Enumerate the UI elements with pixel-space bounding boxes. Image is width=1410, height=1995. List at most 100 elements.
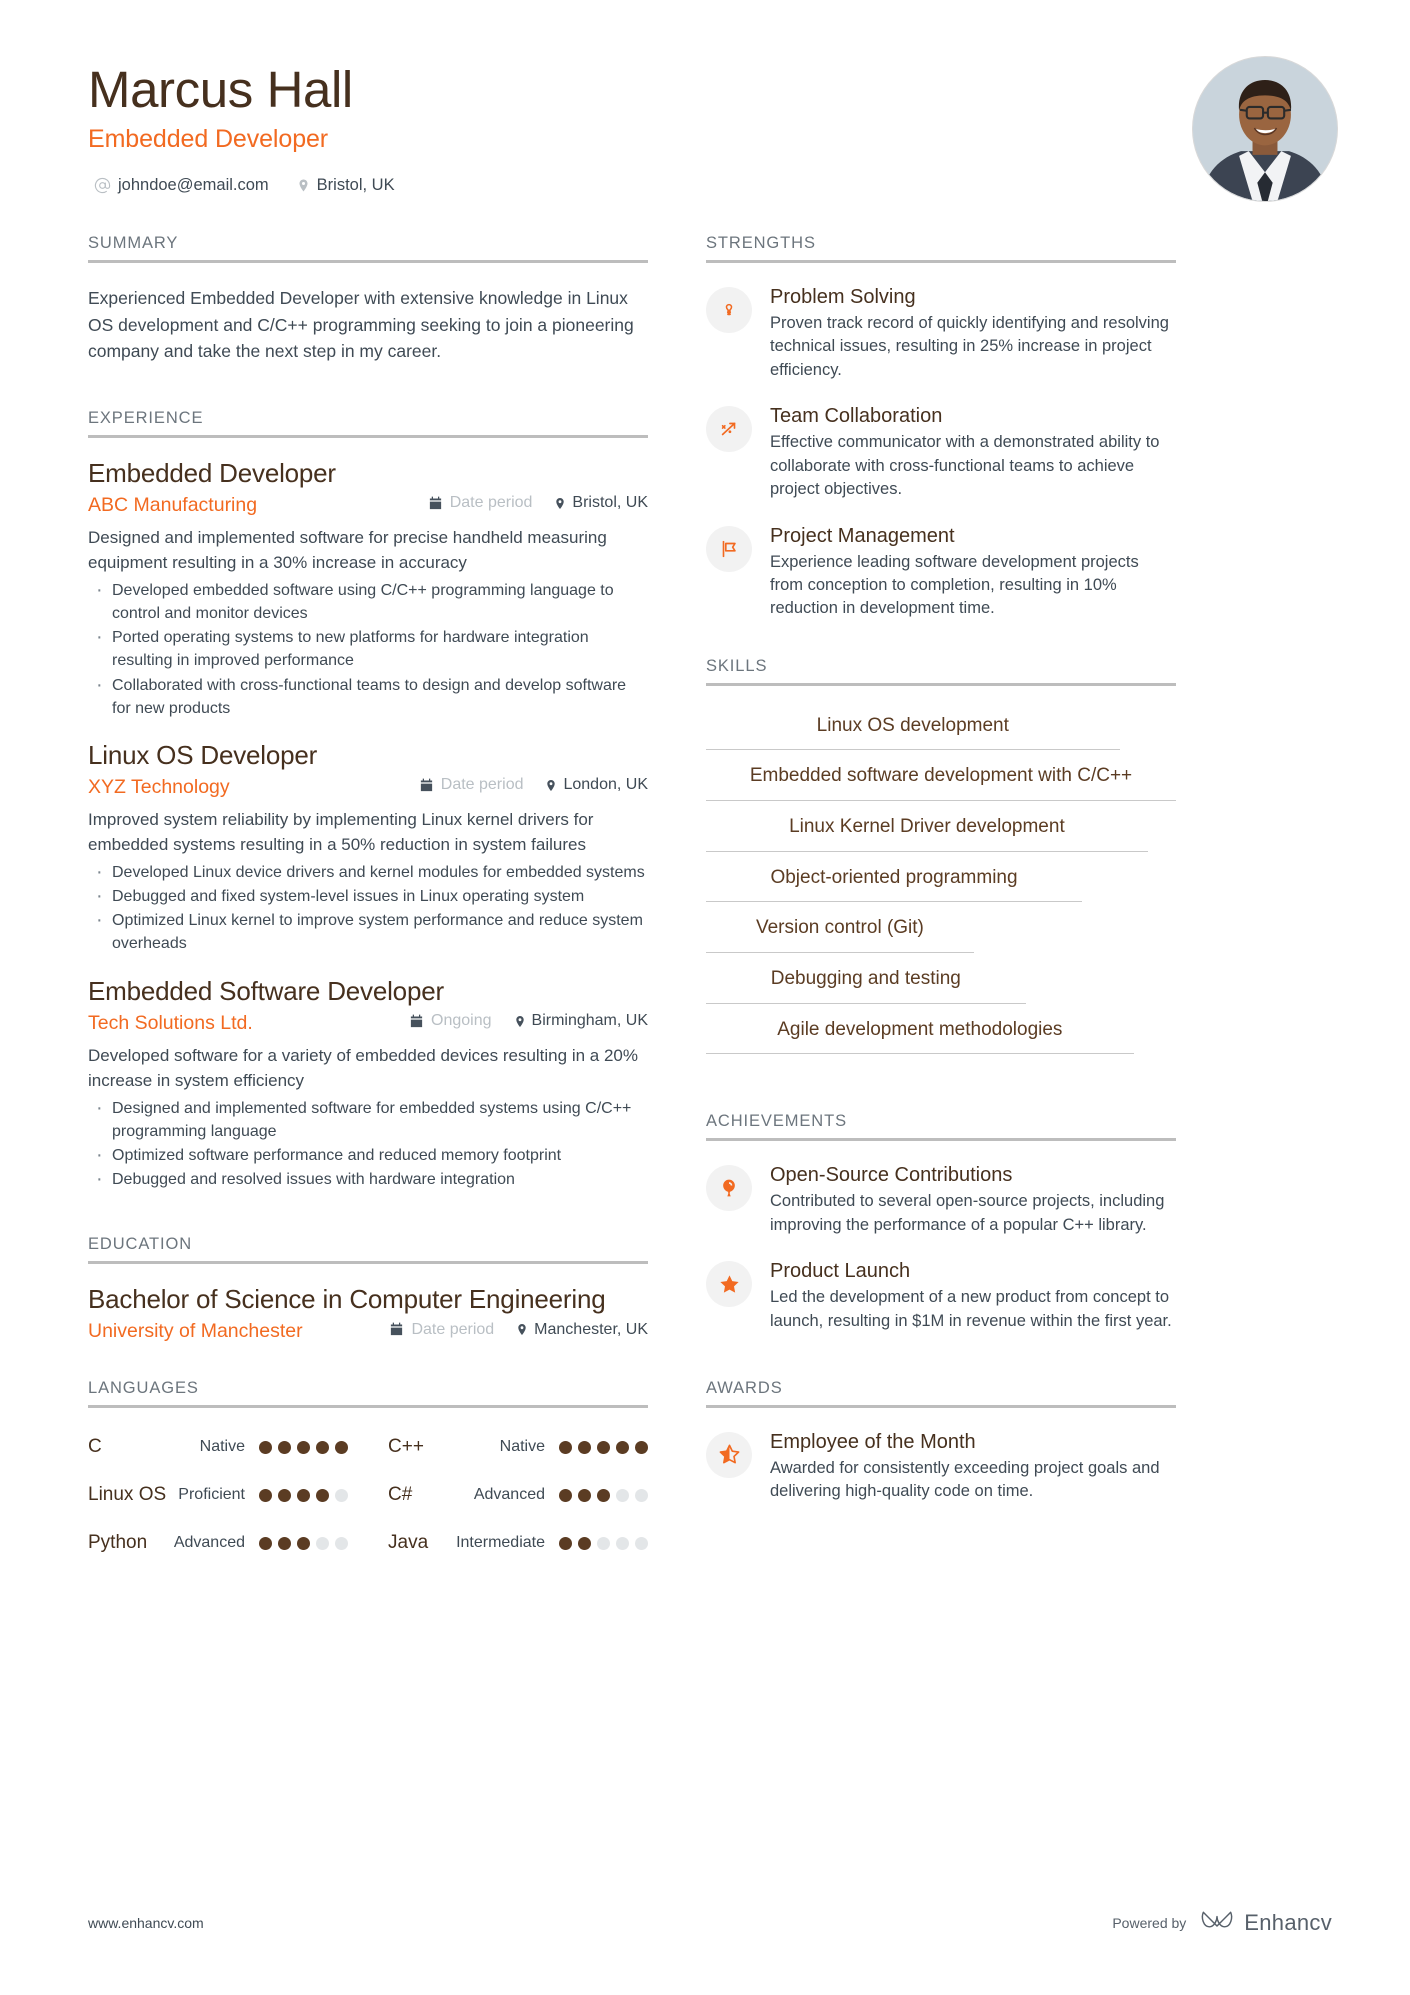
experience-description: Designed and implemented software for pr… [88, 527, 607, 573]
education-degree: Bachelor of Science in Computer Engineer… [88, 1284, 606, 1315]
achievement-description: Led the development of a new product fro… [770, 1288, 1172, 1330]
strength-item: Project Management Experience leading so… [706, 524, 1176, 621]
experience-company: ABC Manufacturing [88, 493, 258, 516]
section-summary: SUMMARY Experienced Embedded Developer w… [88, 234, 648, 365]
language-name: C# [388, 1484, 413, 1506]
lightbulb-icon [706, 287, 752, 333]
skill-label: Linux OS development [816, 714, 1009, 736]
experience-bullet: Optimized Linux kernel to improve system… [88, 906, 648, 955]
brand-name: Enhancv [1244, 1909, 1332, 1935]
section-experience: EXPERIENCE Embedded Developer ABC Manufa… [88, 409, 648, 1195]
section-title-experience: EXPERIENCE [88, 409, 648, 438]
experience-entry: Embedded Developer ABC Manufacturing Dat… [88, 458, 648, 720]
section-strengths: STRENGTHS Problem Solving Proven track r… [706, 234, 1176, 621]
skill-label: Embedded software development with C/C++ [749, 765, 1133, 787]
experience-title: Embedded Software Developer [88, 975, 444, 1006]
footer-url[interactable]: www.enhancv.com [88, 1915, 204, 1931]
language-name: C++ [388, 1436, 424, 1458]
language-level: Native [499, 1438, 545, 1456]
skill-item: Debugging and testing [706, 953, 1026, 1004]
skill-item: Version control (Git) [706, 902, 974, 953]
language-rating-dots [559, 1488, 648, 1502]
language-rating-dots [259, 1536, 348, 1550]
experience-entry: Linux OS Developer XYZ Technology Date p… [88, 740, 648, 956]
section-title-languages: LANGUAGES [88, 1379, 648, 1409]
experience-bullet: Debugged and fixed system-level issues i… [88, 882, 648, 911]
strength-title: Team Collaboration [770, 405, 943, 428]
experience-date: Ongoing [409, 1012, 492, 1030]
strength-description: Experience leading software development … [770, 552, 1139, 618]
map-pin-icon [514, 1014, 526, 1029]
section-title-awards: AWARDS [706, 1379, 1176, 1408]
contact-email[interactable]: johndoe@email.com [94, 176, 269, 195]
strength-title: Problem Solving [770, 286, 916, 308]
section-achievements: ACHIEVEMENTS Open-Source Contributions C… [706, 1112, 1176, 1333]
skill-label: Object-oriented programming [770, 866, 1018, 888]
education-date-text: Date period [411, 1320, 495, 1338]
section-title-strengths: STRENGTHS [706, 234, 1176, 263]
skill-item: Embedded software development with C/C++ [706, 750, 1176, 802]
powered-by-label: Powered by [1112, 1914, 1187, 1931]
education-date: Date period [389, 1321, 494, 1339]
map-pin-icon [545, 778, 557, 793]
experience-bullet: Designed and implemented software for em… [88, 1094, 648, 1143]
language-rating-dots [259, 1488, 348, 1502]
language-level: Proficient [178, 1486, 245, 1504]
language-name: Java [388, 1532, 429, 1554]
experience-location: Bristol, UK [554, 494, 648, 512]
education-meta: University of Manchester Date period Man… [88, 1320, 648, 1343]
skill-label: Linux Kernel Driver development [789, 816, 1065, 838]
candidate-name: Marcus Hall [88, 61, 353, 118]
experience-entry: Embedded Software Developer Tech Solutio… [88, 975, 648, 1195]
right-column: STRENGTHS Problem Solving Proven track r… [706, 234, 1176, 1554]
achievement-item: Product Launch Led the development of a … [706, 1259, 1176, 1333]
language-rating-dots [559, 1440, 648, 1454]
section-awards: AWARDS Employee of the Month Awarded for… [706, 1379, 1176, 1504]
map-pin-icon [554, 496, 566, 511]
flag-icon [706, 525, 752, 572]
skill-item: Linux OS development [706, 700, 1120, 751]
experience-location-text: Bristol, UK [572, 494, 648, 512]
section-title-summary: SUMMARY [88, 234, 648, 263]
experience-bullets: Designed and implemented software for em… [88, 1094, 648, 1195]
resume-header: Marcus Hall Embedded Developer johndoe@e… [88, 56, 1338, 234]
achievement-description: Contributed to several open-source proje… [770, 1192, 1165, 1234]
map-pin-icon [297, 177, 310, 194]
experience-title: Embedded Developer [88, 457, 336, 488]
achievement-item: Open-Source Contributions Contributed to… [706, 1163, 1176, 1237]
skill-item: Linux Kernel Driver development [706, 801, 1148, 852]
section-education: EDUCATION Bachelor of Science in Compute… [88, 1235, 648, 1343]
section-title-skills: SKILLS [706, 657, 1176, 686]
left-column: SUMMARY Experienced Embedded Developer w… [88, 234, 648, 1554]
contact-location-text: Bristol, UK [316, 176, 395, 195]
enhancv-logo-icon [1200, 1908, 1234, 1937]
experience-company: Tech Solutions Ltd. [88, 1011, 253, 1034]
language-level: Intermediate [456, 1534, 545, 1552]
experience-location: Birmingham, UK [514, 1012, 648, 1030]
resume-page: Marcus Hall Embedded Developer johndoe@e… [0, 0, 1410, 1995]
section-title-achievements: ACHIEVEMENTS [706, 1112, 1176, 1142]
award-title: Employee of the Month [770, 1430, 976, 1453]
languages-grid: C Native C++ Native Linux OS Proficient … [88, 1436, 648, 1554]
language-level: Advanced [173, 1534, 245, 1552]
language-item: C++ Native [388, 1436, 648, 1458]
contact-email-text: johndoe@email.com [118, 176, 269, 195]
star-half-icon [706, 1431, 752, 1478]
award-item: Employee of the Month Awarded for consis… [706, 1430, 1176, 1504]
resume-footer: www.enhancv.com Powered by Enhancv [88, 1908, 1332, 1937]
strength-description: Effective communicator with a demonstrat… [770, 433, 1160, 499]
experience-meta: ABC Manufacturing Date period Bristol, U… [88, 494, 648, 517]
experience-location-text: Birmingham, UK [531, 1012, 648, 1030]
experience-bullet: Developed Linux device drivers and kerne… [88, 858, 648, 887]
skills-list: Linux OS development Embedded software d… [706, 700, 1176, 1055]
experience-bullet: Developed embedded software using C/C++ … [88, 576, 648, 625]
experience-title: Linux OS Developer [88, 739, 318, 770]
experience-meta: XYZ Technology Date period London, UK [88, 776, 648, 799]
achievement-title: Product Launch [770, 1260, 911, 1283]
star-filled-icon [706, 1261, 752, 1308]
strength-description: Proven track record of quickly identifyi… [770, 314, 1169, 379]
language-item: Linux OS Proficient [88, 1484, 348, 1506]
language-name: Linux OS [88, 1484, 167, 1506]
experience-company: XYZ Technology [88, 775, 230, 798]
section-title-education: EDUCATION [88, 1235, 648, 1265]
